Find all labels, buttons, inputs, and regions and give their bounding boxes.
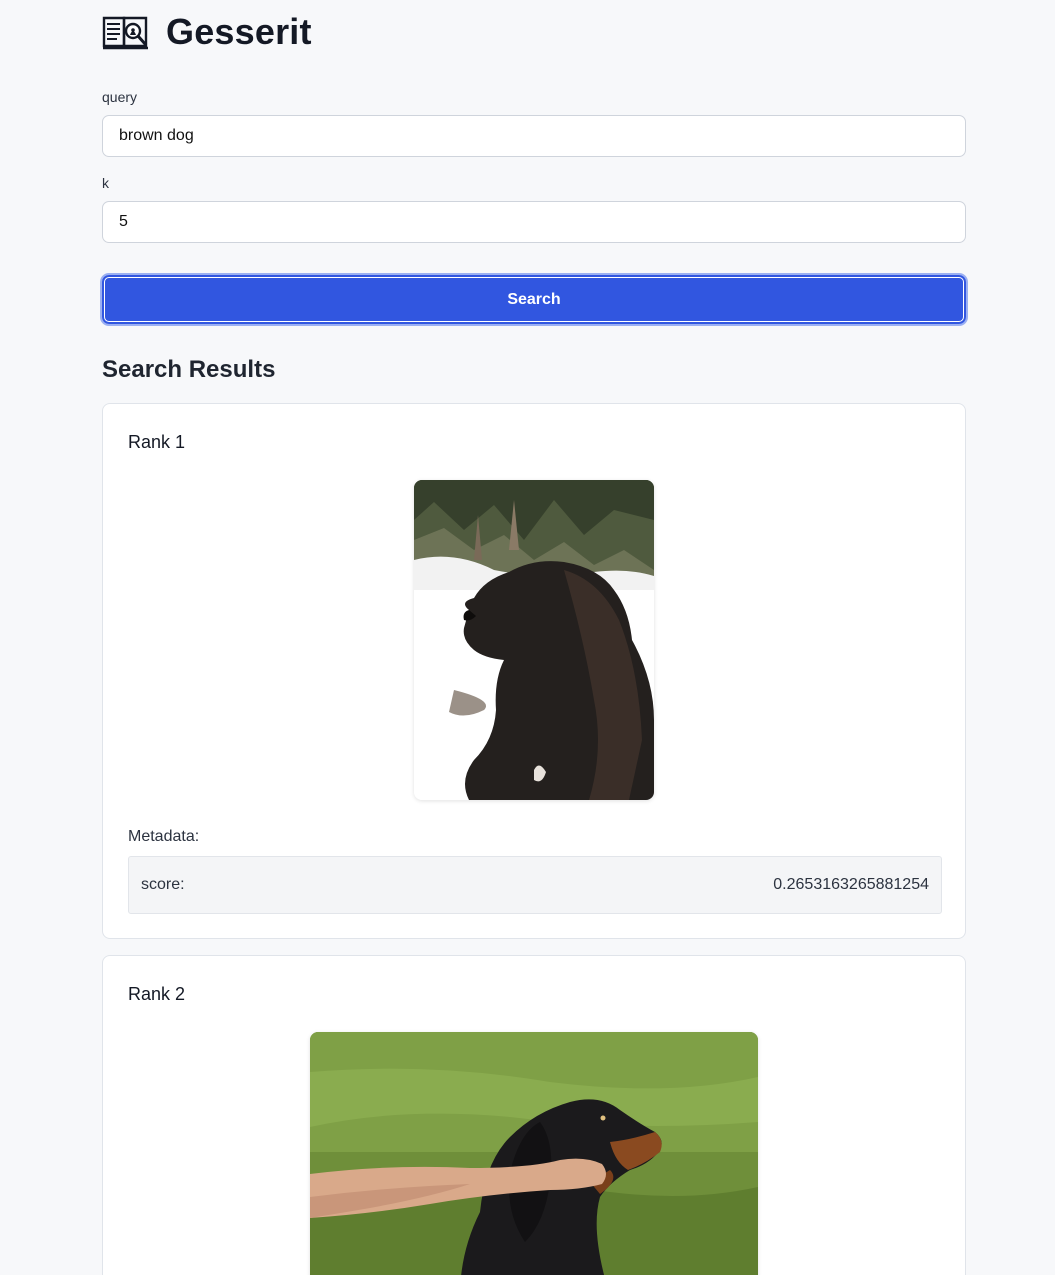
result-card: Rank 2 <box>102 955 966 1275</box>
query-input[interactable] <box>102 115 966 157</box>
book-search-icon <box>102 16 148 50</box>
black-and-tan-dog-on-grass-photo <box>310 1032 758 1275</box>
page: Gesserit query k Search Search Results R… <box>0 0 1055 1275</box>
result-card: Rank 1 Metadata: score: 0.26531632658812… <box>102 403 966 939</box>
k-label: k <box>102 175 109 191</box>
metadata-label: Metadata: <box>128 828 200 845</box>
result-image[interactable] <box>310 1032 758 1275</box>
result-image[interactable] <box>414 480 654 800</box>
k-input[interactable] <box>102 201 966 243</box>
results-heading: Search Results <box>102 356 276 383</box>
rank-label: Rank 1 <box>128 432 186 452</box>
app-header: Gesserit <box>102 10 312 54</box>
metadata-value: 0.2653163265881254 <box>773 876 929 893</box>
black-dog-in-snow-photo <box>414 480 654 800</box>
metadata-key: score: <box>141 876 185 893</box>
rank-label: Rank 2 <box>128 984 186 1004</box>
query-label: query <box>102 89 138 105</box>
metadata-row: score: 0.2653163265881254 <box>128 856 942 914</box>
search-button[interactable]: Search <box>100 273 968 326</box>
app-title: Gesserit <box>166 11 312 52</box>
